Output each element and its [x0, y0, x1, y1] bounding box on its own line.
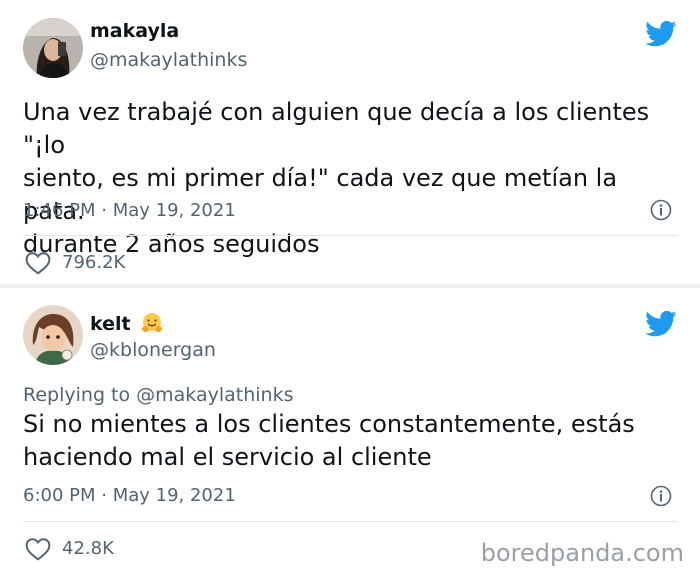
twitter-bird-icon[interactable] — [645, 310, 677, 338]
display-name[interactable]: kelt — [90, 312, 163, 335]
info-icon[interactable] — [650, 199, 672, 221]
heart-icon[interactable] — [25, 537, 51, 561]
timestamp[interactable]: 6:00 PM · May 19, 2021 — [23, 485, 236, 506]
like-count: 42.8K — [62, 538, 114, 559]
tweet-text-line: Una vez trabajé con alguien que decía a … — [23, 98, 650, 159]
divider — [23, 235, 678, 236]
tweet-text-line: Si no mientes a los clientes constanteme… — [23, 410, 635, 438]
divider — [23, 521, 678, 522]
info-icon[interactable] — [650, 485, 672, 507]
display-name[interactable]: makayla — [90, 20, 179, 42]
tweet-card: makayla @makaylathinks Una vez trabajé c… — [0, 0, 700, 284]
replying-to[interactable]: Replying to @makaylathinks — [23, 384, 294, 406]
tweet-text: Una vez trabajé con alguien que decía a … — [23, 96, 673, 261]
avatar[interactable] — [23, 305, 83, 365]
timestamp[interactable]: 1:46 PM · May 19, 2021 — [23, 200, 236, 221]
twitter-bird-icon[interactable] — [645, 20, 677, 48]
heart-icon[interactable] — [25, 251, 51, 275]
avatar[interactable] — [23, 18, 83, 78]
tweet-text: Si no mientes a los clientes constanteme… — [23, 408, 673, 474]
display-name-text: kelt — [90, 313, 131, 335]
tweet-text-line: haciendo mal el servicio al cliente — [23, 443, 432, 471]
user-handle[interactable]: @kblonergan — [90, 339, 216, 361]
tweet-card: kelt @kblonergan Replying to @makaylathi… — [0, 288, 700, 575]
user-handle[interactable]: @makaylathinks — [90, 49, 247, 71]
watermark: boredpanda.com — [480, 539, 684, 567]
hugging-face-emoji-icon — [142, 312, 163, 332]
like-count: 796.2K — [62, 252, 126, 273]
